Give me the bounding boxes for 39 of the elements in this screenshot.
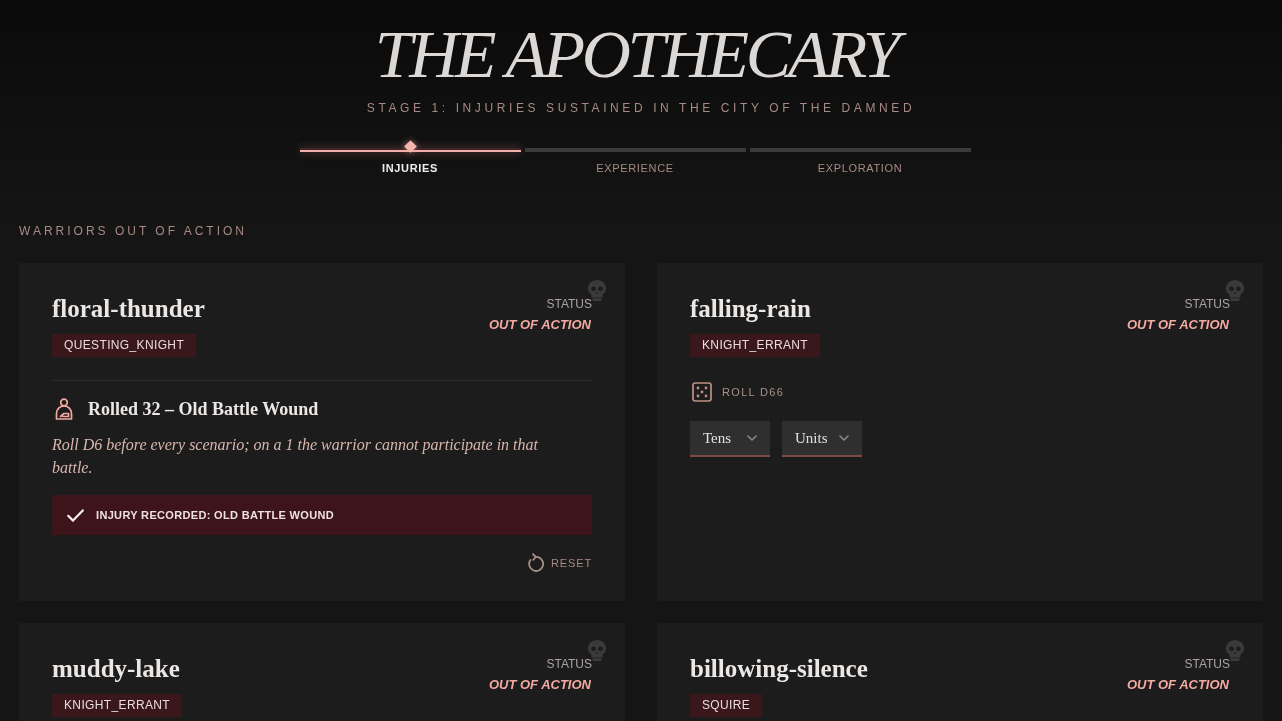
injury-description: Roll D6 before every scenario; on a 1 the warrior cannot participate in that battle.	[52, 435, 539, 478]
status-text: OUT OF ACTION	[488, 316, 592, 334]
warrior-tag: KNIGHT_ERRANT	[52, 694, 183, 717]
page-title: THE APOTHECARY	[370, 20, 912, 88]
warrior-tag: KNIGHT_ERRANT	[690, 334, 821, 357]
step-tab[interactable]: EXPLORATION	[749, 148, 971, 175]
warrior-name: falling-rain	[690, 296, 811, 322]
check-icon	[67, 508, 84, 522]
section-heading: WARRIORS OUT OF ACTION	[19, 223, 247, 239]
dropdown[interactable]: Tens	[690, 421, 770, 457]
dropdown[interactable]: Units	[782, 421, 862, 457]
warrior-name: muddy-lake	[52, 656, 180, 682]
injured-person-icon	[55, 398, 73, 420]
injury-title: Rolled 32 – Old Battle Wound	[88, 398, 319, 421]
page-subtitle: STAGE 1: INJURIES SUSTAINED IN THE CITY OF THE DAMNED	[366, 100, 916, 116]
status-text: OUT OF ACTION	[1126, 676, 1230, 694]
status-label: STATUS	[1184, 296, 1230, 312]
skull-icon	[1225, 639, 1245, 661]
status-text: OUT OF ACTION	[1126, 316, 1230, 334]
skull-icon	[587, 639, 607, 661]
recorded-text: INJURY RECORDED: OLD BATTLE WOUND	[96, 508, 335, 522]
status-label: STATUS	[546, 296, 592, 312]
chevron-down-icon	[747, 435, 757, 441]
chevron-down-icon	[839, 435, 849, 441]
warrior-name: floral-thunder	[52, 296, 205, 322]
warrior-tag: SQUIRE	[690, 694, 763, 717]
step-tab[interactable]: EXPERIENCE	[524, 148, 746, 175]
roll-label: ROLL D66	[722, 385, 785, 399]
skull-icon	[587, 279, 607, 301]
dice-icon	[692, 382, 712, 402]
reset-icon	[525, 553, 544, 573]
status-text: OUT OF ACTION	[488, 676, 592, 694]
warrior-name: billowing-silence	[690, 656, 868, 682]
skull-icon	[1225, 279, 1245, 301]
status-label: STATUS	[1184, 656, 1230, 672]
status-label: STATUS	[546, 656, 592, 672]
reset-button[interactable]: RESET	[525, 553, 592, 573]
warrior-tag: QUESTING_KNIGHT	[52, 334, 197, 357]
step-tab[interactable]: INJURIES	[299, 148, 521, 175]
